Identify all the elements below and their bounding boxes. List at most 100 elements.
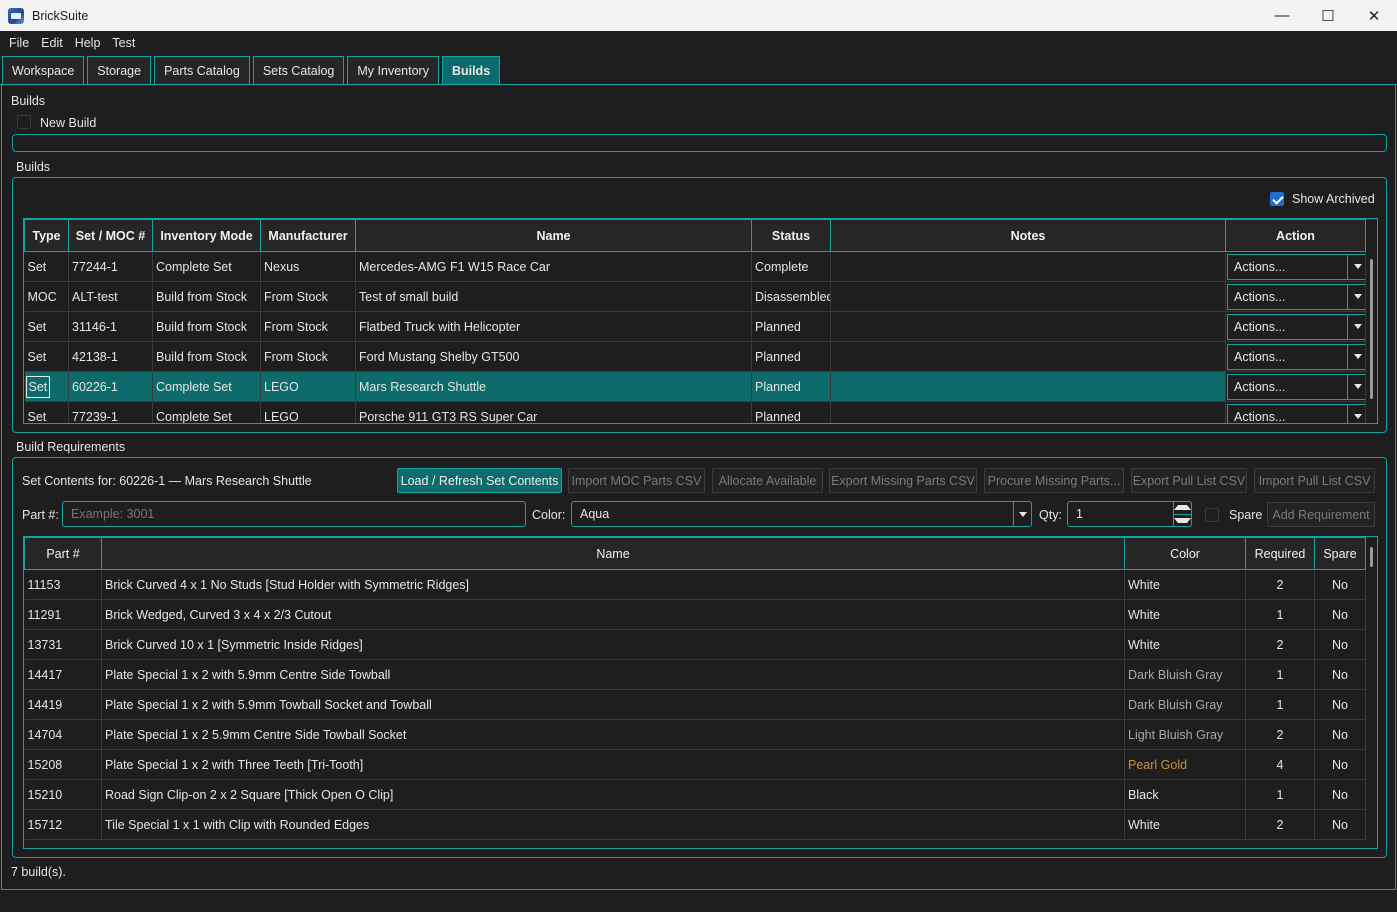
close-button[interactable]: ✕ [1351,0,1397,31]
import-pull-list-button[interactable]: Import Pull List CSV [1254,468,1375,493]
cell-notes[interactable] [830,341,1226,372]
procure-missing-button[interactable]: Procure Missing Parts... [984,468,1124,493]
menu-file[interactable]: File [3,36,35,50]
column-header[interactable]: Status [751,219,831,252]
cell-status: Planned [751,311,831,342]
cell-notes[interactable] [830,251,1226,282]
table-row[interactable]: 13731 Brick Curved 10 x 1 [Symmetric Ins… [24,629,1366,660]
cell-part: 15208 [24,749,102,780]
actions-dropdown-label: Actions... [1234,409,1286,424]
cell-notes[interactable] [830,311,1226,342]
cell-status: Planned [751,401,831,423]
cell-color: Dark Bluish Gray [1124,659,1246,690]
tab-sets-catalog[interactable]: Sets Catalog [252,56,345,84]
chevron-down-icon[interactable] [1347,314,1365,339]
cell-spare: No [1314,689,1366,720]
cell-required: 2 [1245,719,1315,750]
table-row[interactable]: 14417 Plate Special 1 x 2 with 5.9mm Cen… [24,659,1366,690]
cell-manufacturer: LEGO [260,371,356,402]
cell-notes[interactable] [830,281,1226,312]
actions-dropdown[interactable]: Actions... [1227,343,1365,370]
spare-checkbox[interactable] [1205,508,1219,522]
cell-type: Set [24,341,69,372]
import-moc-button[interactable]: Import MOC Parts CSV [568,468,705,493]
builds-table: Type Set / MOC # Inventory Mode Manufact… [24,219,1366,424]
cell-manufacturer: From Stock [260,311,356,342]
part-number-input[interactable]: Example: 3001 [62,501,526,527]
builds-table-scrollbar[interactable] [1370,259,1373,399]
table-row[interactable]: Set 31146-1 Build from Stock From Stock … [24,311,1366,342]
chevron-down-icon[interactable] [1347,254,1365,279]
tab-storage[interactable]: Storage [87,56,152,84]
new-build-toggle[interactable] [17,115,31,129]
actions-dropdown[interactable]: Actions... [1227,253,1365,280]
chevron-down-icon[interactable] [1347,404,1365,423]
column-header[interactable]: Inventory Mode [152,219,261,252]
column-header[interactable]: Notes [830,219,1226,252]
export-missing-button[interactable]: Export Missing Parts CSV [829,468,977,493]
actions-dropdown[interactable]: Actions... [1227,403,1365,424]
show-archived-checkbox[interactable] [1270,192,1284,206]
actions-dropdown[interactable]: Actions... [1227,373,1365,400]
tab-parts-catalog[interactable]: Parts Catalog [154,56,250,84]
table-row[interactable]: Set 42138-1 Build from Stock From Stock … [24,341,1366,372]
cell-type: Set [24,371,69,402]
cell-type: Set [24,251,69,282]
column-header[interactable]: Name [101,537,1125,570]
add-requirement-button[interactable]: Add Requirement [1267,502,1375,527]
requirements-table-scrollbar[interactable] [1370,547,1373,567]
tab-builds[interactable]: Builds [441,56,501,84]
focused-cell: Set [25,375,51,398]
qty-stepper[interactable]: 1 [1067,501,1192,527]
table-row[interactable]: Set 77244-1 Complete Set Nexus Mercedes-… [24,251,1366,282]
cell-status: Planned [751,371,831,402]
builds-group: Show Archived Type Set / MOC # Inventory… [12,177,1387,433]
builds-section-label: Builds [11,94,46,108]
column-header[interactable]: Required [1245,537,1315,570]
cell-part: 15712 [24,809,102,840]
chevron-down-icon[interactable] [1013,502,1031,526]
column-header[interactable]: Part # [24,537,102,570]
requirements-group-title: Build Requirements [16,440,126,454]
actions-dropdown[interactable]: Actions... [1227,283,1365,310]
column-header[interactable]: Action [1225,219,1366,252]
table-row[interactable]: MOC ALT-test Build from Stock From Stock… [24,281,1366,312]
table-row[interactable]: 15208 Plate Special 1 x 2 with Three Tee… [24,749,1366,780]
actions-dropdown[interactable]: Actions... [1227,313,1365,340]
chevron-down-icon[interactable] [1347,374,1365,399]
table-row[interactable]: 14419 Plate Special 1 x 2 with 5.9mm Tow… [24,689,1366,720]
column-header[interactable]: Type [24,219,69,252]
column-header[interactable]: Spare [1314,537,1366,570]
table-row[interactable]: 14704 Plate Special 1 x 2 5.9mm Centre S… [24,719,1366,750]
maximize-button[interactable]: ☐ [1305,0,1351,31]
menu-test[interactable]: Test [106,36,141,50]
minimize-button[interactable]: — [1259,0,1305,31]
color-select[interactable]: Aqua [571,501,1032,527]
menu-edit[interactable]: Edit [35,36,69,50]
increment-icon[interactable] [1174,502,1191,515]
table-row[interactable]: 11291 Brick Wedged, Curved 3 x 4 x 2/3 C… [24,599,1366,630]
cell-name: Plate Special 1 x 2 with 5.9mm Centre Si… [101,659,1125,690]
menu-help[interactable]: Help [69,36,107,50]
cell-notes[interactable] [830,371,1226,402]
chevron-down-icon[interactable] [1347,284,1365,309]
export-pull-list-button[interactable]: Export Pull List CSV [1131,468,1247,493]
table-row[interactable]: Set 77239-1 Complete Set LEGO Porsche 91… [24,401,1366,424]
column-header[interactable]: Name [355,219,752,252]
table-row-selected[interactable]: Set 60226-1 Complete Set LEGO Mars Resea… [24,371,1366,402]
table-row[interactable]: 15712 Tile Special 1 x 1 with Clip with … [24,809,1366,840]
column-header[interactable]: Set / MOC # [68,219,153,252]
column-header[interactable]: Color [1124,537,1246,570]
cell-notes[interactable] [830,401,1226,423]
chevron-down-icon[interactable] [1347,344,1365,369]
cell-mode: Build from Stock [152,311,261,342]
decrement-icon[interactable] [1174,515,1191,527]
load-refresh-button[interactable]: Load / Refresh Set Contents [397,468,562,493]
tab-my-inventory[interactable]: My Inventory [347,56,439,84]
allocate-button[interactable]: Allocate Available [712,468,823,493]
cell-name: Brick Curved 4 x 1 No Studs [Stud Holder… [101,569,1125,600]
column-header[interactable]: Manufacturer [260,219,356,252]
table-row[interactable]: 11153 Brick Curved 4 x 1 No Studs [Stud … [24,569,1366,600]
tab-workspace[interactable]: Workspace [2,56,85,84]
table-row[interactable]: 15210 Road Sign Clip-on 2 x 2 Square [Th… [24,779,1366,810]
